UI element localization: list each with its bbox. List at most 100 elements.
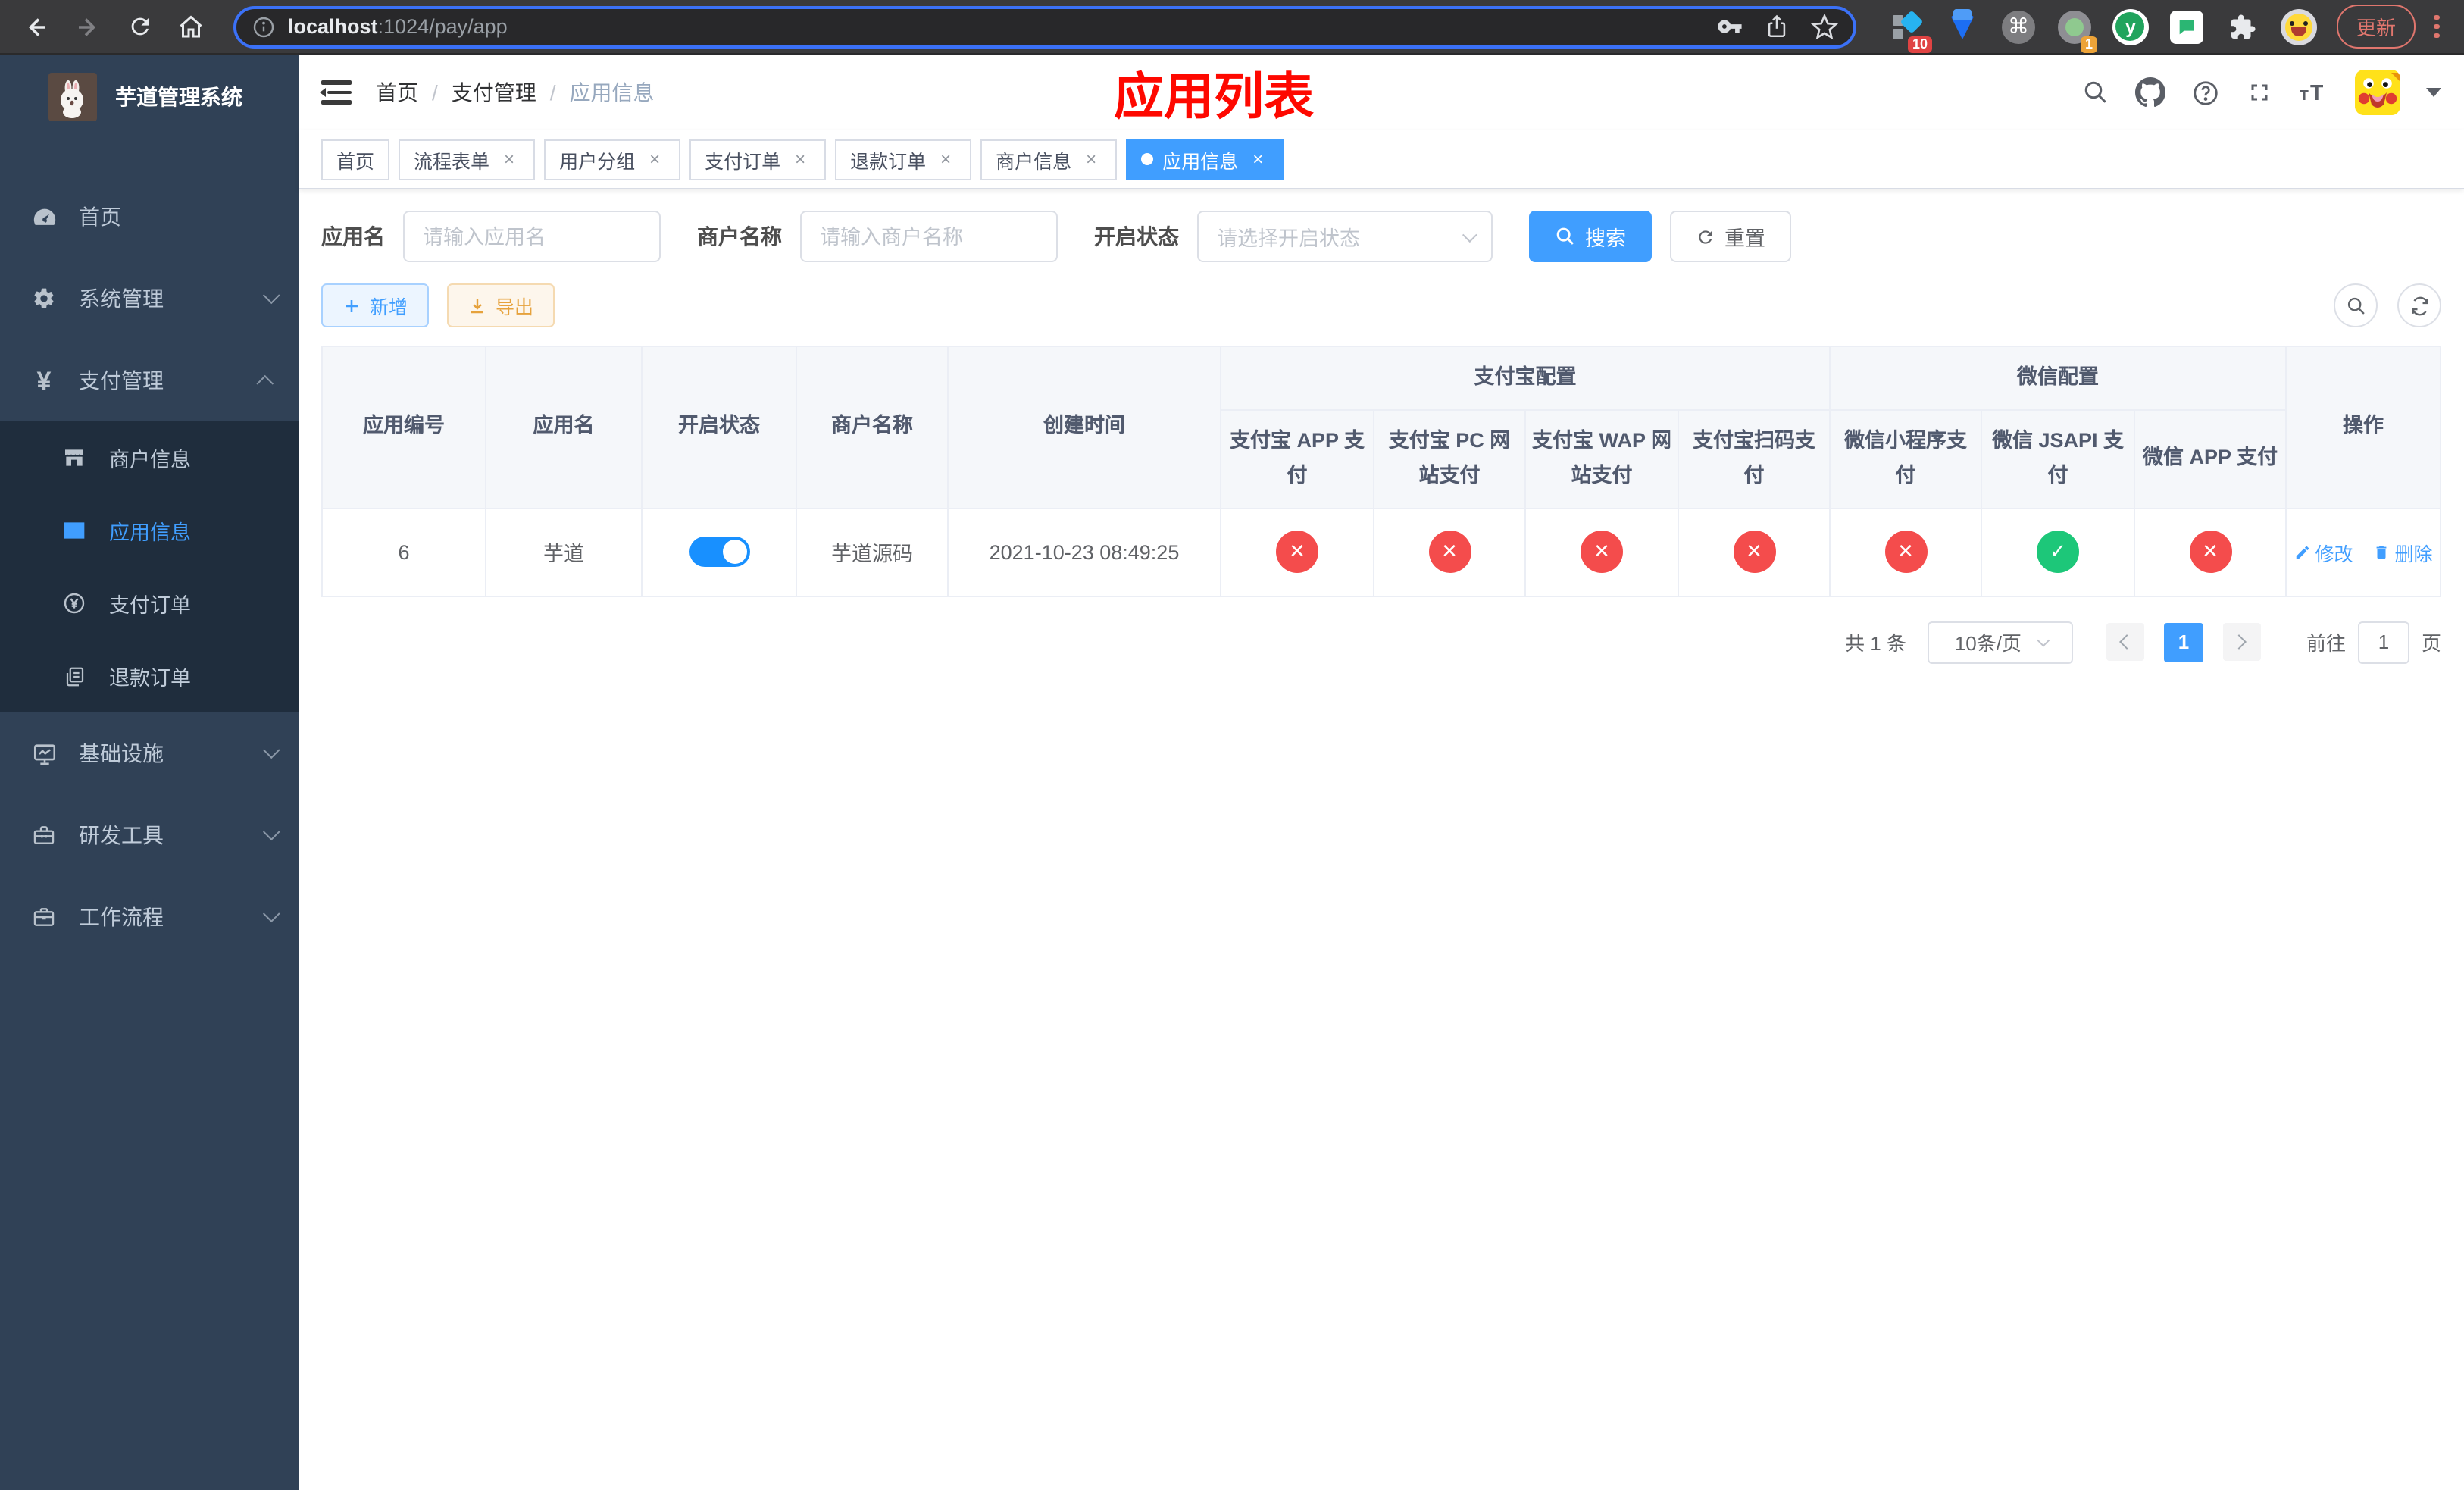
status-select[interactable]: 请选择开启状态 <box>1197 211 1493 262</box>
page-size-select[interactable]: 10条/页 <box>1927 621 2073 664</box>
sidebar-item-merchant-info[interactable]: 商户信息 <box>0 421 299 494</box>
extensions-puzzle-icon[interactable] <box>2223 7 2262 46</box>
app-name-input[interactable] <box>403 211 661 262</box>
alipay-app-status-icon: ✕ <box>1276 531 1318 574</box>
cell-created: 2021-10-23 08:49:25 <box>947 507 1221 597</box>
reset-button[interactable]: 重置 <box>1670 211 1791 262</box>
sidebar-item-infrastructure[interactable]: 基础设施 <box>0 712 299 794</box>
status-toggle[interactable] <box>689 537 749 568</box>
storefront-icon <box>61 446 88 470</box>
current-page-button[interactable]: 1 <box>2163 622 2203 662</box>
refresh-table-button[interactable] <box>2397 283 2441 327</box>
chevron-down-icon <box>1462 227 1477 243</box>
page-unit-label: 页 <box>2421 632 2441 656</box>
chevron-down-icon <box>262 905 280 923</box>
browser-forward-icon[interactable] <box>67 5 109 48</box>
header-search-icon[interactable] <box>2082 79 2109 106</box>
share-icon[interactable] <box>1764 14 1790 39</box>
active-tab-dot <box>1141 153 1154 165</box>
sidebar-item-workflow[interactable]: 工作流程 <box>0 876 299 958</box>
breadcrumb-home[interactable]: 首页 <box>376 77 418 108</box>
sidebar-item-pay-orders[interactable]: 支付订单 <box>0 567 299 640</box>
help-icon[interactable] <box>2191 78 2220 107</box>
column-header-app-name: 应用名 <box>485 346 643 509</box>
github-icon[interactable] <box>2135 77 2165 108</box>
profile-avatar-icon[interactable] <box>2279 7 2319 46</box>
tab-process-form[interactable]: 流程表单 × <box>399 139 536 180</box>
close-tab-icon[interactable]: × <box>1247 149 1268 170</box>
address-bar[interactable]: localhost:1024/pay/app <box>233 5 1856 48</box>
sidebar-item-app-info[interactable]: 应用信息 <box>0 494 299 567</box>
extension-yudao-icon[interactable]: y <box>2111 7 2150 46</box>
column-header-alipay-wap: 支付宝 WAP 网站支付 <box>1524 409 1679 509</box>
next-page-button[interactable] <box>2222 623 2261 662</box>
avatar-dropdown-caret-icon[interactable] <box>2426 88 2441 97</box>
cell-app-id: 6 <box>321 507 486 597</box>
close-tab-icon[interactable]: × <box>1080 149 1102 170</box>
edit-link[interactable]: 修改 <box>2294 538 2353 567</box>
bookmark-star-icon[interactable] <box>1810 13 1838 40</box>
tab-refund-orders[interactable]: 退款订单 × <box>835 139 972 180</box>
browser-back-icon[interactable] <box>15 5 58 48</box>
chevron-up-icon <box>256 374 274 393</box>
browser-menu-icon[interactable] <box>2425 11 2449 42</box>
breadcrumb-payment[interactable]: 支付管理 <box>452 77 536 108</box>
payment-submenu: 商户信息 应用信息 支付订单 退款订单 <box>0 421 299 712</box>
sidebar-collapse-icon[interactable] <box>320 80 352 105</box>
sidebar-item-system[interactable]: 系统管理 <box>0 258 299 340</box>
toggle-search-button[interactable] <box>2334 283 2378 327</box>
refresh-icon <box>1699 230 1712 243</box>
tab-merchant-info[interactable]: 商户信息 × <box>980 139 1118 180</box>
extension-gem-icon[interactable] <box>1943 7 1982 46</box>
user-avatar-pikachu[interactable] <box>2355 70 2400 115</box>
browser-reload-icon[interactable] <box>118 5 161 48</box>
sidebar-item-payment[interactable]: ¥ 支付管理 <box>0 340 299 421</box>
sidebar-item-label: 退款订单 <box>109 667 191 690</box>
monitor-chart-icon <box>30 740 58 766</box>
fullscreen-icon[interactable] <box>2246 79 2273 106</box>
wechat-jsapi-status-icon: ✓ <box>2037 531 2079 574</box>
toolbox-icon <box>30 823 58 847</box>
password-key-icon[interactable] <box>1717 14 1743 39</box>
tab-app-info[interactable]: 应用信息 × <box>1126 139 1284 180</box>
search-button[interactable]: 搜索 <box>1529 211 1652 262</box>
sidebar-item-dev-tools[interactable]: 研发工具 <box>0 794 299 876</box>
table-toolbar: 新增 导出 <box>321 283 2441 327</box>
prev-page-button[interactable] <box>2106 623 2144 662</box>
delete-link[interactable]: 删除 <box>2373 538 2433 567</box>
app-logo-row[interactable]: 芋道管理系统 <box>0 55 299 139</box>
sidebar-item-label: 支付管理 <box>79 368 164 393</box>
chevron-down-icon <box>262 823 280 841</box>
sidebar-item-refund-orders[interactable]: 退款订单 <box>0 640 299 712</box>
tab-pay-orders[interactable]: 支付订单 × <box>689 139 827 180</box>
goto-page-input[interactable] <box>2357 621 2409 664</box>
extension-camera-icon[interactable]: 1 <box>2055 7 2097 52</box>
merchant-name-input[interactable] <box>800 211 1058 262</box>
column-header-wechat-app: 微信 APP 支付 <box>2134 409 2287 509</box>
extension-command-icon[interactable]: ⌘ <box>1999 7 2038 46</box>
extension-grid-diamond-icon[interactable]: 10 <box>1887 7 1932 52</box>
close-tab-icon[interactable]: × <box>499 149 520 170</box>
app-logo-rabbit <box>48 73 97 121</box>
column-header-merchant: 商户名称 <box>796 346 949 509</box>
close-tab-icon[interactable]: × <box>790 149 811 170</box>
total-count: 共 1 条 <box>1845 632 1906 656</box>
sidebar-item-label: 系统管理 <box>79 286 164 311</box>
cell-app-name: 芋道 <box>485 507 643 597</box>
sidebar-item-label: 基础设施 <box>79 741 164 765</box>
close-tab-icon[interactable]: × <box>935 149 956 170</box>
sidebar-item-home[interactable]: 首页 <box>0 176 299 258</box>
font-size-icon[interactable]: TT <box>2299 79 2329 106</box>
tab-user-group[interactable]: 用户分组 × <box>544 139 681 180</box>
add-button[interactable]: 新增 <box>321 283 430 327</box>
export-button[interactable]: 导出 <box>447 283 555 327</box>
extension-chat-icon[interactable] <box>2167 7 2206 46</box>
browser-home-icon[interactable] <box>170 5 212 48</box>
sidebar: 芋道管理系统 首页 系统管理 ¥ 支付管理 商户信息 应用信息 支付订单 退款订… <box>0 55 299 1490</box>
site-info-icon[interactable] <box>252 14 276 39</box>
cell-status <box>641 507 797 597</box>
close-tab-icon[interactable]: × <box>644 149 665 170</box>
chrome-update-button[interactable]: 更新 <box>2336 5 2416 49</box>
tab-home[interactable]: 首页 <box>321 139 390 180</box>
briefcase-icon <box>30 905 58 929</box>
